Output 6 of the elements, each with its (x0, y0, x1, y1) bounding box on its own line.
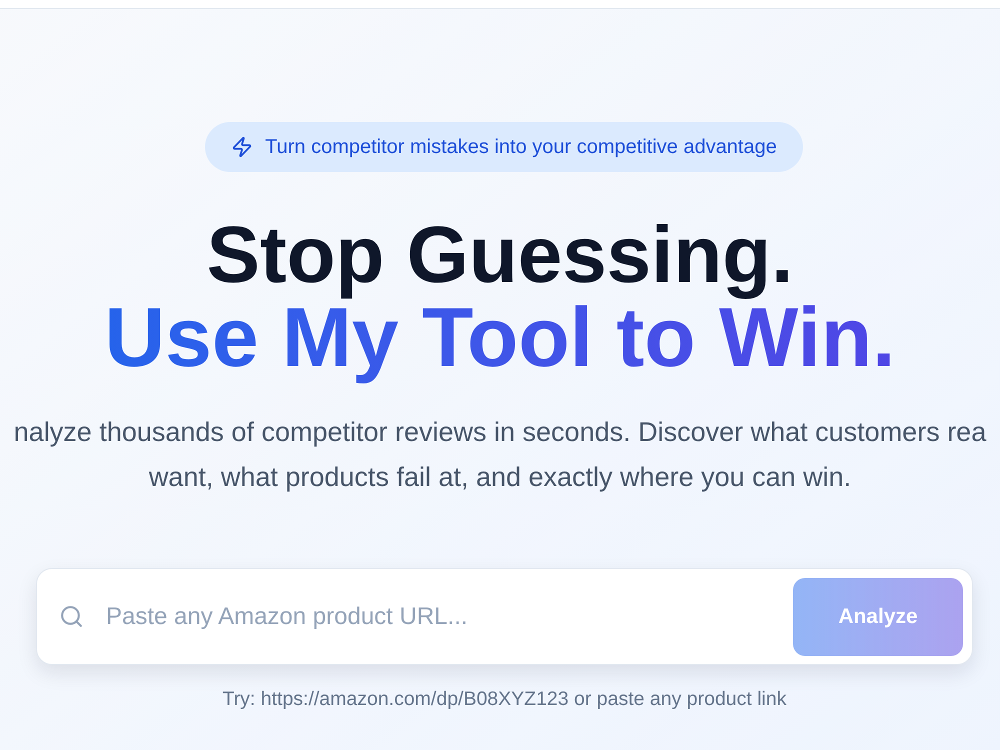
url-input[interactable]: Paste any Amazon product URL... (106, 592, 771, 642)
hero-description: nalyze thousands of competitor reviews in seconds. Discover what customers rea want, what products fail at, and exactly where you can win. (14, 416, 986, 494)
tagline-text: Turn competitor mistakes into your competitive advantage (265, 135, 777, 160)
example-hint: Try: https://amazon.com/dp/B08XYZ123 or paste any product link (222, 687, 786, 712)
lightning-icon (231, 136, 254, 158)
search-icon (59, 604, 84, 629)
